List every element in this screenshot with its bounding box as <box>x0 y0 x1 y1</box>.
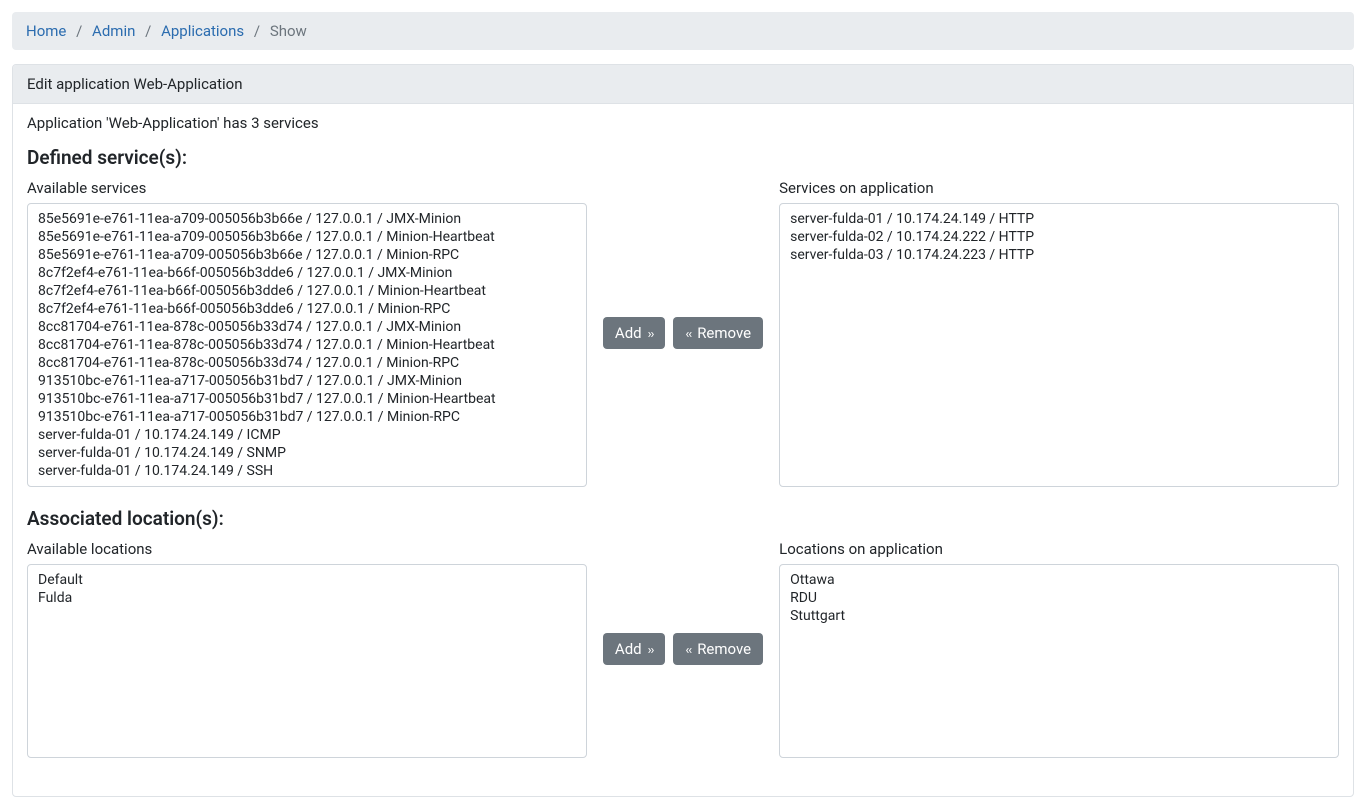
available-services-label: Available services <box>27 179 587 197</box>
breadcrumb-admin[interactable]: Admin <box>92 22 135 40</box>
list-item[interactable]: 85e5691e-e761-11ea-a709-005056b3b66e / 1… <box>34 228 580 246</box>
services-transfer-buttons: Add ›› ‹‹ Remove <box>603 179 763 487</box>
remove-button-label: Remove <box>697 324 751 342</box>
assigned-locations-column: Locations on application OttawaRDUStuttg… <box>779 540 1339 758</box>
services-section-title: Defined service(s): <box>27 146 1339 169</box>
services-dual-list: Available services 85e5691e-e761-11ea-a7… <box>27 179 1339 487</box>
breadcrumb-current: Show <box>270 22 307 40</box>
list-item[interactable]: 913510bc-e761-11ea-a717-005056b31bd7 / 1… <box>34 372 580 390</box>
list-item[interactable]: 85e5691e-e761-11ea-a709-005056b3b66e / 1… <box>34 246 580 264</box>
list-item[interactable]: server-fulda-01 / 10.174.24.149 / SSH <box>34 462 580 480</box>
available-services-listbox[interactable]: 85e5691e-e761-11ea-a709-005056b3b66e / 1… <box>27 203 587 487</box>
panel-header: Edit application Web-Application <box>13 65 1353 104</box>
breadcrumb-separator: / <box>76 22 82 40</box>
list-item[interactable]: Default <box>34 571 580 589</box>
double-chevron-left-icon: ‹‹ <box>685 327 693 342</box>
application-info: Application 'Web-Application' has 3 serv… <box>27 114 1339 132</box>
panel-body: Application 'Web-Application' has 3 serv… <box>13 104 1353 796</box>
list-item[interactable]: server-fulda-01 / 10.174.24.149 / SNMP <box>34 444 580 462</box>
list-item[interactable]: Stuttgart <box>786 607 1332 625</box>
locations-section-title: Associated location(s): <box>27 507 1339 530</box>
breadcrumb-separator: / <box>145 22 151 40</box>
list-item[interactable]: server-fulda-02 / 10.174.24.222 / HTTP <box>786 228 1332 246</box>
breadcrumb: Home / Admin / Applications / Show <box>12 12 1354 50</box>
assigned-locations-listbox[interactable]: OttawaRDUStuttgart <box>779 564 1339 758</box>
add-button-label: Add <box>615 324 642 342</box>
assigned-services-listbox[interactable]: server-fulda-01 / 10.174.24.149 / HTTPse… <box>779 203 1339 487</box>
breadcrumb-separator: / <box>254 22 260 40</box>
add-service-button[interactable]: Add ›› <box>603 317 666 349</box>
list-item[interactable]: 8cc81704-e761-11ea-878c-005056b33d74 / 1… <box>34 336 580 354</box>
list-item[interactable]: 8c7f2ef4-e761-11ea-b66f-005056b3dde6 / 1… <box>34 264 580 282</box>
list-item[interactable]: Fulda <box>34 589 580 607</box>
list-item[interactable]: 8cc81704-e761-11ea-878c-005056b33d74 / 1… <box>34 354 580 372</box>
list-item[interactable]: server-fulda-01 / 10.174.24.149 / ICMP <box>34 426 580 444</box>
assigned-services-label: Services on application <box>779 179 1339 197</box>
list-item[interactable]: 913510bc-e761-11ea-a717-005056b31bd7 / 1… <box>34 408 580 426</box>
list-item[interactable]: server-fulda-03 / 10.174.24.223 / HTTP <box>786 246 1332 264</box>
available-services-column: Available services 85e5691e-e761-11ea-a7… <box>27 179 587 487</box>
breadcrumb-home[interactable]: Home <box>26 22 66 40</box>
available-locations-label: Available locations <box>27 540 587 558</box>
list-item[interactable]: 8cc81704-e761-11ea-878c-005056b33d74 / 1… <box>34 318 580 336</box>
list-item[interactable]: Ottawa <box>786 571 1332 589</box>
locations-transfer-buttons: Add ›› ‹‹ Remove <box>603 540 763 758</box>
list-item[interactable]: RDU <box>786 589 1332 607</box>
available-locations-column: Available locations DefaultFulda <box>27 540 587 758</box>
double-chevron-right-icon: ›› <box>645 643 653 658</box>
breadcrumb-applications[interactable]: Applications <box>161 22 244 40</box>
list-item[interactable]: 913510bc-e761-11ea-a717-005056b31bd7 / 1… <box>34 390 580 408</box>
list-item[interactable]: server-fulda-01 / 10.174.24.149 / HTTP <box>786 210 1332 228</box>
remove-service-button[interactable]: ‹‹ Remove <box>673 317 763 349</box>
remove-button-label: Remove <box>697 640 751 658</box>
add-button-label: Add <box>615 640 642 658</box>
locations-dual-list: Available locations DefaultFulda Add ›› … <box>27 540 1339 758</box>
double-chevron-left-icon: ‹‹ <box>685 643 693 658</box>
assigned-services-column: Services on application server-fulda-01 … <box>779 179 1339 487</box>
list-item[interactable]: 8c7f2ef4-e761-11ea-b66f-005056b3dde6 / 1… <box>34 300 580 318</box>
available-locations-listbox[interactable]: DefaultFulda <box>27 564 587 758</box>
edit-application-panel: Edit application Web-Application Applica… <box>12 64 1354 797</box>
assigned-locations-label: Locations on application <box>779 540 1339 558</box>
list-item[interactable]: 85e5691e-e761-11ea-a709-005056b3b66e / 1… <box>34 210 580 228</box>
list-item[interactable]: 8c7f2ef4-e761-11ea-b66f-005056b3dde6 / 1… <box>34 282 580 300</box>
add-location-button[interactable]: Add ›› <box>603 633 666 665</box>
double-chevron-right-icon: ›› <box>645 327 653 342</box>
remove-location-button[interactable]: ‹‹ Remove <box>673 633 763 665</box>
